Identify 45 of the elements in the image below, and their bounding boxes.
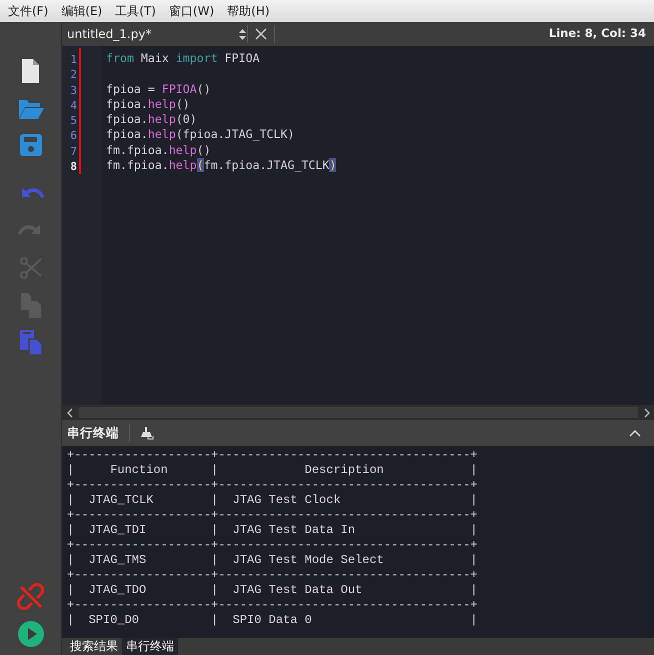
code-line: fm.fpioa.help(fm.fpioa.JTAG_TCLK) [106,158,336,174]
panel-title: 串行终端 [67,424,119,442]
code-line: fpioa = FPIOA() [106,82,212,97]
terminal-line: +-------------------+-----------------------------------+ [67,508,478,523]
menu-item[interactable]: 工具(T) [111,2,165,20]
line-number: 7 [69,144,78,160]
line-number: 4 [69,98,78,114]
menu-item[interactable]: 帮助(H) [223,2,279,20]
line-number: 3 [69,82,78,98]
terminal-line: | JTAG_TCLK | JTAG Test Clock | [67,493,478,508]
terminal-line: +-------------------+-----------------------------------+ [67,478,478,493]
menu-item[interactable]: 编辑(E) [57,2,112,20]
disconnect-icon[interactable] [16,583,44,611]
terminal-line: | JTAG_TMS | JTAG Test Mode Select | [67,553,478,568]
code-line: fpioa.help(fpioa.JTAG_TCLK) [106,127,296,143]
line-number: 8 [69,159,78,174]
panel-tab[interactable]: 搜索结果 [66,638,122,655]
menu-item[interactable]: 文件(F) [4,2,58,20]
scroll-right-icon[interactable] [642,408,652,418]
clear-icon[interactable] [140,426,154,440]
code-line: fpioa.help() [106,96,191,112]
terminal-line: | JTAG_TDI | JTAG Test Data In | [67,523,478,538]
line-number: 6 [69,128,78,144]
file-tab[interactable]: untitled_1.py* [67,25,238,43]
code-line: fpioa.help(0) [106,112,198,128]
terminal-line: | Function | Description | [67,463,478,478]
sort-icon[interactable] [238,28,247,40]
line-number: 5 [69,113,78,128]
play-icon[interactable] [16,620,44,648]
close-icon[interactable] [255,28,267,40]
terminal-line: +-------------------+-----------------------------------+ [67,538,478,553]
terminal-line: +-------------------+-----------------------------------+ [67,568,478,583]
code-line: fm.fpioa.help() [106,142,212,158]
terminal-line: | JTAG_TDO | JTAG Test Data Out | [67,583,478,598]
line-number: 2 [69,67,78,83]
line-number: 1 [69,52,78,68]
cursor-position: Line: 8, Col: 34 [548,25,647,42]
terminal-line: +-------------------+-----------------------------------+ [67,598,478,613]
collapse-icon[interactable] [629,429,641,437]
terminal-line: | SPI0_D0 | SPI0 Data 0 | [67,613,478,628]
terminal-line: +-------------------+-----------------------------------+ [67,448,478,463]
panel-tab[interactable]: 串行终端 [122,638,178,655]
menu-item[interactable]: 窗口(W) [164,2,224,20]
code-line: from Maix import FPIOA [106,51,261,66]
scroll-left-icon[interactable] [65,408,75,418]
